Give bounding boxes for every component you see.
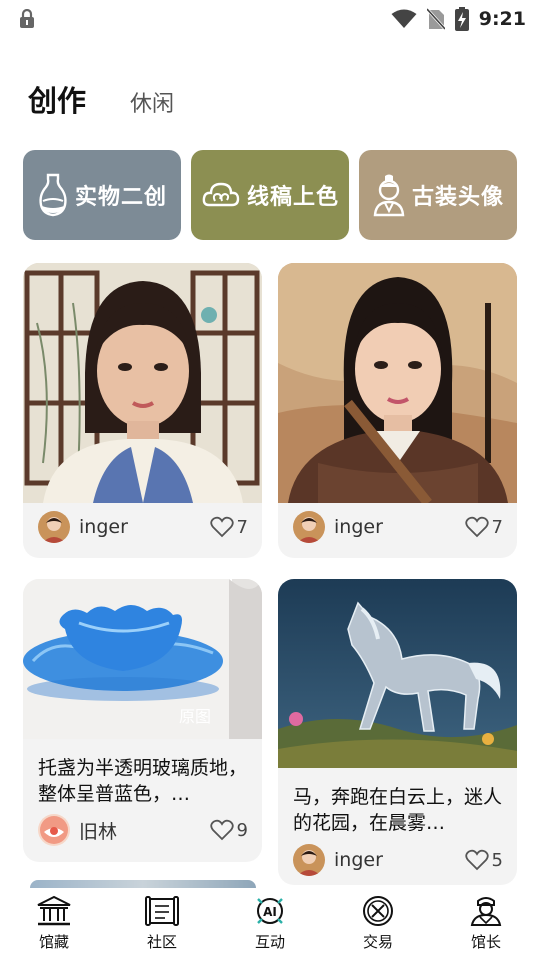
nav-trade[interactable]: 交易 <box>324 888 432 960</box>
tab-create[interactable]: 创作 <box>28 78 86 120</box>
feature-ancient-avatar-button[interactable]: 古装头像 <box>359 150 517 240</box>
artwork-card[interactable]: 马，奔跑在白云上，迷人的花园，在晨雾… inger 5 <box>278 579 517 885</box>
artwork-card[interactable]: inger 7 <box>278 263 517 558</box>
heart-icon <box>209 516 234 538</box>
heart-icon <box>464 849 489 871</box>
avatar[interactable] <box>293 844 325 876</box>
nav-label: 馆长 <box>470 933 501 951</box>
artwork-image <box>278 263 517 503</box>
like-button[interactable]: 9 <box>209 819 248 841</box>
nav-curator[interactable]: 馆长 <box>432 888 540 960</box>
battery-charging-icon <box>454 7 469 31</box>
artwork-card[interactable]: 原图 托盏为半透明玻璃质地，整体呈普蓝色，… 旧林 9 <box>23 579 262 862</box>
nav-collection[interactable]: 馆藏 <box>0 888 108 960</box>
author-name[interactable]: inger <box>79 516 210 538</box>
lock-icon <box>20 9 34 28</box>
artwork-description: 托盏为半透明玻璃质地，整体呈普蓝色，… <box>38 757 248 805</box>
nav-label: 互动 <box>254 933 285 951</box>
like-button[interactable]: 7 <box>209 516 248 538</box>
heart-icon <box>464 516 489 538</box>
feature-lineart-color-button[interactable]: 线稿上色 <box>191 150 349 240</box>
artwork-image <box>23 263 262 503</box>
wifi-icon <box>391 9 417 28</box>
like-count: 9 <box>236 819 248 841</box>
original-image-label: 原图 <box>179 707 212 726</box>
museum-icon <box>37 895 71 926</box>
feature-label: 线稿上色 <box>246 185 339 210</box>
like-count: 7 <box>491 516 503 538</box>
like-button[interactable]: 7 <box>464 516 503 538</box>
feature-object-remix-button[interactable]: 实物二创 <box>23 150 181 240</box>
nav-label: 交易 <box>362 933 393 951</box>
feature-buttons: 实物二创 线稿上色 古装头像 <box>23 150 517 240</box>
author-name[interactable]: inger <box>334 849 465 871</box>
svg-text:AI: AI <box>263 905 277 919</box>
avatar[interactable] <box>38 511 70 543</box>
clock: 9:21 <box>478 8 526 30</box>
tab-leisure[interactable]: 休闲 <box>130 86 174 118</box>
cloud-outline-icon <box>202 182 240 207</box>
artwork-image <box>278 579 517 768</box>
author-name[interactable]: 旧林 <box>79 817 210 844</box>
scroll-icon <box>145 896 179 926</box>
vase-icon <box>39 173 67 217</box>
feature-label: 实物二创 <box>74 185 167 210</box>
coin-icon <box>363 896 393 926</box>
artwork-image <box>23 579 262 739</box>
like-button[interactable]: 5 <box>464 849 503 871</box>
no-sim-icon <box>426 8 445 30</box>
avatar[interactable] <box>38 814 70 846</box>
curator-icon <box>470 897 502 926</box>
like-count: 7 <box>236 516 248 538</box>
nav-label: 馆藏 <box>38 933 69 951</box>
bottom-navigation: 馆藏 社区 AI 互动 交易 馆长 <box>0 888 540 960</box>
status-bar: 9:21 <box>0 0 540 38</box>
ancient-portrait-icon <box>373 174 405 217</box>
ai-icon: AI <box>257 898 283 924</box>
artwork-description: 马，奔跑在白云上，迷人的花园，在晨雾… <box>293 786 503 834</box>
top-tabs: 创作 休闲 <box>28 78 174 120</box>
like-count: 5 <box>491 849 503 871</box>
nav-label: 社区 <box>146 933 177 951</box>
avatar[interactable] <box>293 511 325 543</box>
nav-interaction[interactable]: AI 互动 <box>216 888 324 960</box>
author-name[interactable]: inger <box>334 516 465 538</box>
nav-community[interactable]: 社区 <box>108 888 216 960</box>
feature-label: 古装头像 <box>411 185 504 210</box>
artwork-card[interactable]: inger 7 <box>23 263 262 558</box>
heart-icon <box>209 819 234 841</box>
